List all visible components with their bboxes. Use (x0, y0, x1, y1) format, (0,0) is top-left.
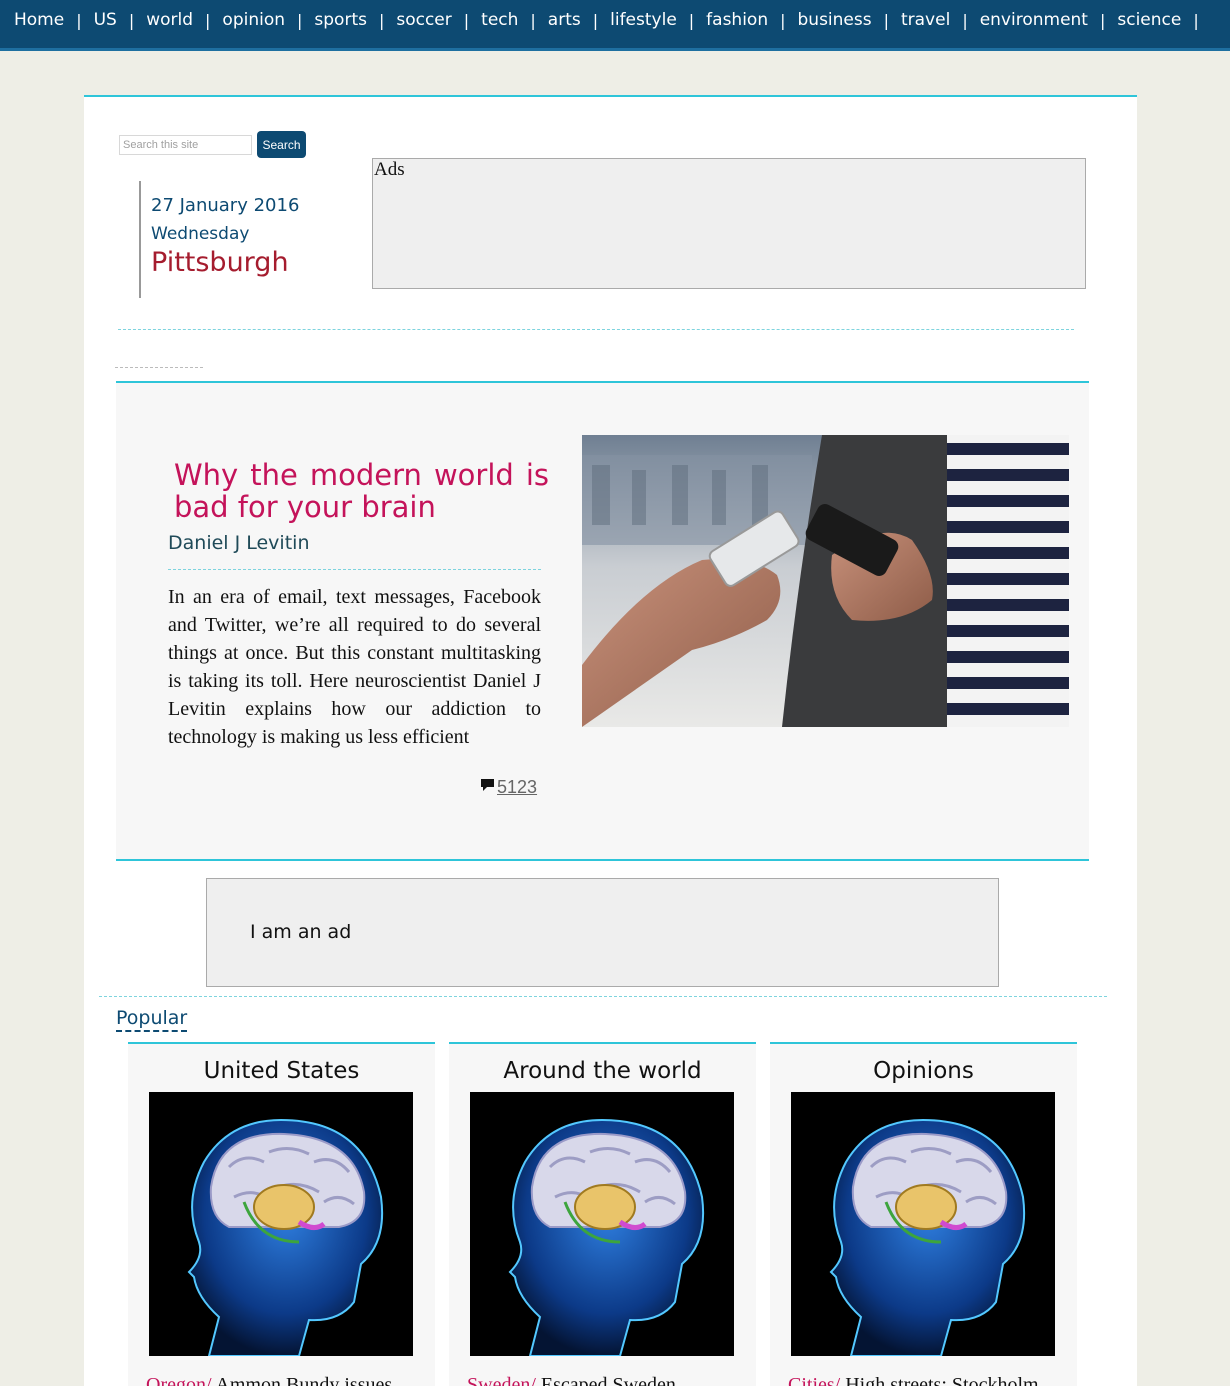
page-container: Search 27 January 2016 Wednesday Pittsbu… (84, 95, 1137, 1386)
ad-banner-inline[interactable]: I am an ad (206, 878, 999, 987)
city-name: Pittsburgh (151, 247, 289, 278)
dateline: 27 January 2016 Wednesday Pittsburgh (139, 181, 299, 298)
nav-fashion[interactable]: fashion (706, 10, 768, 30)
ad-label: Ads (374, 159, 405, 180)
nav-soccer[interactable]: soccer (396, 10, 451, 30)
nav-separator: | (1099, 10, 1106, 30)
card-heading: Around the world (503, 1058, 702, 1084)
nav-tech[interactable]: tech (481, 10, 518, 30)
card-image[interactable] (470, 1092, 734, 1356)
card-headline[interactable]: High streets: Stockholm (845, 1374, 1038, 1386)
nav-separator: | (592, 10, 599, 30)
featured-image[interactable] (582, 435, 1069, 727)
brain-scan-illustration (791, 1092, 1055, 1356)
card-headline[interactable]: Ammon Bundy issues (215, 1374, 392, 1386)
nav-environment[interactable]: environment (980, 10, 1088, 30)
ad-banner-top[interactable]: Ads (372, 158, 1086, 289)
nav-separator: | (530, 10, 536, 30)
search-input[interactable] (119, 134, 252, 155)
nav-separator: | (128, 10, 135, 30)
nav-business[interactable]: business (798, 10, 872, 30)
nav-world[interactable]: world (146, 10, 193, 30)
nav-separator: | (1193, 10, 1199, 30)
divider (115, 367, 203, 368)
nav-separator: | (297, 10, 303, 30)
nav-travel[interactable]: travel (901, 10, 950, 30)
nav-arts[interactable]: arts (548, 10, 581, 30)
comments-link: 5123 (480, 777, 537, 798)
nav-us[interactable]: US (94, 10, 117, 30)
popular-heading: Popular (116, 1007, 188, 1032)
nav-sports[interactable]: sports (314, 10, 367, 30)
card-category[interactable]: Cities/ (788, 1374, 840, 1386)
divider (118, 329, 1074, 330)
people-with-smartphones-photo (582, 435, 1069, 727)
card-headline[interactable]: Escaped Sweden (541, 1374, 676, 1386)
nav-separator: | (883, 10, 889, 30)
card-heading: United States (203, 1058, 360, 1084)
search-form: Search (119, 131, 306, 158)
featured-summary: In an era of email, text messages, Faceb… (168, 586, 541, 748)
card-caption[interactable]: Oregon/ Ammon Bundy issues (146, 1374, 426, 1386)
nav-separator: | (205, 10, 211, 30)
ad-text: I am an ad (250, 921, 352, 943)
comment-count-link[interactable]: 5123 (497, 777, 537, 798)
search-button[interactable]: Search (257, 131, 306, 158)
nav-lifestyle[interactable]: lifestyle (610, 10, 677, 30)
card-caption[interactable]: Cities/ High streets: Stockholm (788, 1374, 1068, 1386)
date-text: 27 January 2016 (151, 195, 300, 216)
featured-article: Why the modern world is bad for your bra… (116, 381, 1089, 861)
comment-icon (480, 778, 495, 797)
brain-scan-illustration (149, 1092, 413, 1356)
card-image[interactable] (149, 1092, 413, 1356)
featured-author: Daniel J Levitin (168, 532, 310, 554)
popular-card-world: Around the world Sweden/ Escaped Sweden (449, 1042, 756, 1386)
card-image[interactable] (791, 1092, 1055, 1356)
nav-home[interactable]: Home (14, 10, 64, 30)
card-category[interactable]: Oregon/ (146, 1374, 212, 1386)
card-heading: Opinions (873, 1058, 974, 1084)
nav-separator: | (688, 10, 695, 30)
nav-separator: | (780, 10, 786, 30)
divider (168, 569, 541, 570)
popular-card-opinions: Opinions Cities/ High streets: Stockholm (770, 1042, 1077, 1386)
nav-separator: | (463, 10, 470, 30)
nav-science[interactable]: science (1117, 10, 1181, 30)
featured-title[interactable]: Why the modern world is bad for your bra… (174, 459, 549, 523)
popular-card-us: United States Oregon/ Ammon Bundy issues (128, 1042, 435, 1386)
nav-separator: | (962, 10, 968, 30)
divider (99, 996, 1107, 997)
card-category[interactable]: Sweden/ (467, 1374, 536, 1386)
card-caption[interactable]: Sweden/ Escaped Sweden (467, 1374, 747, 1386)
nav-separator: | (76, 10, 82, 30)
top-navigation: Home | US | world | opinion | sports | soccer… (0, 0, 1230, 51)
weekday-text: Wednesday (151, 224, 250, 244)
nav-separator: | (378, 10, 385, 30)
brain-scan-illustration (470, 1092, 734, 1356)
nav-opinion[interactable]: opinion (222, 10, 285, 30)
